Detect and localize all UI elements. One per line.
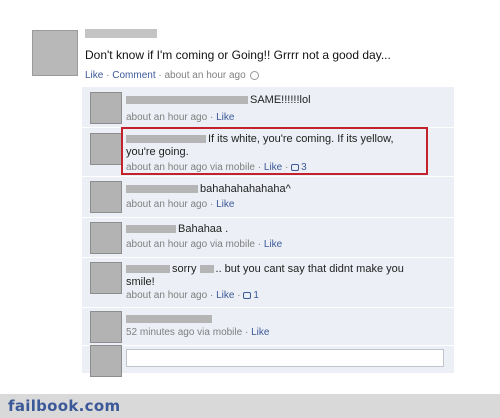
commenter-avatar[interactable] bbox=[90, 311, 122, 343]
comment-body: bahahahahahaha^ bbox=[126, 183, 426, 196]
comment-text: SAME!!!!!!lol bbox=[250, 94, 311, 106]
commenter-avatar[interactable] bbox=[90, 133, 122, 165]
commenter-avatar[interactable] bbox=[90, 92, 122, 124]
comment-meta: about an hour ago · Like · 1 bbox=[126, 290, 259, 301]
comment-meta: 52 minutes ago via mobile · Like bbox=[126, 327, 270, 338]
post-text: Don't know if I'm coming or Going!! Grrr… bbox=[85, 48, 391, 62]
commenter-avatar[interactable] bbox=[90, 262, 122, 294]
comment-body bbox=[126, 313, 426, 326]
comment-time[interactable]: about an hour ago bbox=[126, 199, 207, 210]
mentioned-name-redacted[interactable] bbox=[199, 265, 214, 274]
comment: 52 minutes ago via mobile · Like bbox=[82, 307, 454, 346]
comment-body: sorry .. but you cant say that didnt mak… bbox=[126, 263, 426, 289]
like-count[interactable]: 1 bbox=[253, 290, 259, 301]
post-author-name-redacted[interactable] bbox=[85, 29, 157, 38]
commenter-name-redacted[interactable] bbox=[126, 265, 170, 274]
comment-thread: SAME!!!!!!lol about an hour ago · Like I… bbox=[82, 87, 454, 377]
comment: sorry .. but you cant say that didnt mak… bbox=[82, 257, 454, 308]
comment-like-link[interactable]: Like bbox=[264, 239, 282, 250]
comment-body: Bahahaa . bbox=[126, 223, 426, 236]
commenter-name-redacted[interactable] bbox=[126, 315, 212, 324]
comment-like-link[interactable]: Like bbox=[216, 290, 234, 301]
comment-time[interactable]: 52 minutes ago bbox=[126, 327, 194, 338]
failbook-logo: failbook.com bbox=[8, 397, 121, 415]
commenter-name-redacted[interactable] bbox=[126, 185, 198, 194]
post-avatar[interactable] bbox=[32, 30, 78, 76]
post-comment-link[interactable]: Comment bbox=[112, 70, 155, 81]
reply-input[interactable] bbox=[126, 349, 444, 367]
comment-via: via mobile bbox=[209, 239, 255, 250]
comment: Bahahaa . about an hour ago via mobile ·… bbox=[82, 217, 454, 258]
commenter-avatar[interactable] bbox=[90, 181, 122, 213]
comment-text: Bahahaa . bbox=[178, 223, 229, 235]
comment-meta: about an hour ago · Like bbox=[126, 112, 235, 123]
comment-meta: about an hour ago · Like bbox=[126, 199, 235, 210]
comment-time[interactable]: about an hour ago bbox=[126, 112, 207, 123]
comment-like-link[interactable]: Like bbox=[216, 112, 234, 123]
comment-text: bahahahahahaha^ bbox=[200, 183, 291, 195]
comment-text: sorry bbox=[172, 263, 197, 275]
comment: bahahahahahaha^ about an hour ago · Like bbox=[82, 176, 454, 218]
commenter-name-redacted[interactable] bbox=[126, 96, 248, 105]
post-meta: Like · Comment · about an hour ago bbox=[85, 70, 260, 81]
comment-time[interactable]: about an hour ago bbox=[126, 290, 207, 301]
comment-meta: about an hour ago via mobile · Like bbox=[126, 239, 283, 250]
commenter-name-redacted[interactable] bbox=[126, 225, 176, 234]
comment-like-link[interactable]: Like bbox=[216, 199, 234, 210]
highlight-box bbox=[121, 127, 428, 175]
comment-time[interactable]: about an hour ago bbox=[126, 239, 207, 250]
commenter-avatar[interactable] bbox=[90, 222, 122, 254]
post-timestamp[interactable]: about an hour ago bbox=[165, 70, 246, 81]
comment-like-link[interactable]: Like bbox=[251, 327, 269, 338]
footer-bar: failbook.com bbox=[0, 394, 500, 418]
comment-body: SAME!!!!!!lol bbox=[126, 94, 426, 107]
reply-avatar[interactable] bbox=[90, 345, 122, 377]
people-icon bbox=[250, 70, 260, 80]
thumbs-up-icon bbox=[243, 292, 252, 299]
comment: SAME!!!!!!lol about an hour ago · Like bbox=[82, 87, 454, 128]
comment-via: via mobile bbox=[197, 327, 243, 338]
post-like-link[interactable]: Like bbox=[85, 70, 103, 81]
